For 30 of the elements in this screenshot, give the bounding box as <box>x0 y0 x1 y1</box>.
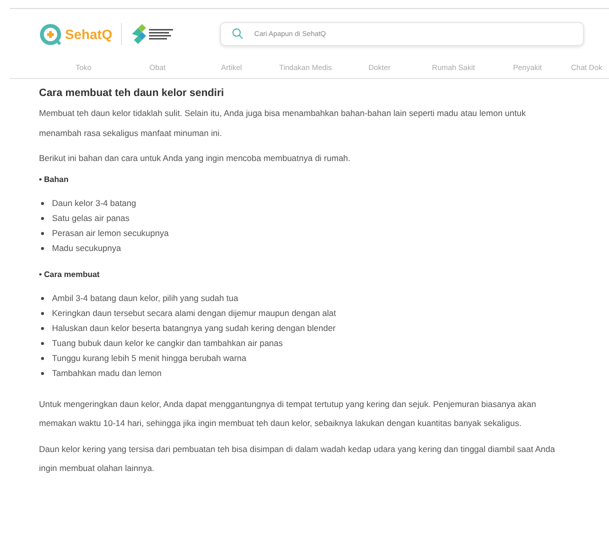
list-item: Tambahkan madu dan lemon <box>52 366 162 380</box>
article-title: Cara membuat teh daun kelor sendiri <box>39 87 225 99</box>
bullet-icon <box>41 372 44 374</box>
bullet-icon <box>41 202 44 204</box>
section-heading: • Cara membuat <box>39 270 101 278</box>
bullet-icon <box>41 216 44 220</box>
list-item: Ambil 3-4 batang daun kelor, pilih yang sudah tua <box>52 292 238 305</box>
bullet-icon <box>41 296 44 300</box>
logo-icon <box>39 22 62 46</box>
list-item: Tuang bubuk daun kelor ke cangkir dan tambahkan air panas <box>52 336 283 350</box>
list-item: Keringkan daun tersebut secara alami dengan dijemur maupun dengan alat <box>52 306 336 320</box>
bullet-icon <box>41 246 44 250</box>
list-item: Tunggu kurang lebih 5 menit hingga berubah warna <box>52 352 246 365</box>
list-item: Perasan air lemon secukupnya <box>52 226 169 240</box>
paragraph: Untuk mengeringkan daun kelor, Anda dapat menggantungnya di tempat tertutup yang kering dan sejuk. Penjemuran biasanya akan memakan waktu 10-14 hari, sehingga jika ingin membuat teh daun kelor, sebaiknya lakukan dengan kuantitas banyak sekaligus. <box>39 398 538 430</box>
section-heading: • Bahan <box>39 174 70 184</box>
paragraph: Daun kelor kering yang tersisa dari pembuatan teh bisa disimpan di dalam wadah kedap udara yang kering dan tinggal diambil saat Anda ingin membuat olahan lainnya. <box>39 442 556 475</box>
bullet-icon <box>41 342 44 344</box>
bullet-icon <box>41 326 44 330</box>
search-icon <box>232 28 244 39</box>
paragraph: Berikut ini bahan dan cara untuk Anda yang ingin mencoba membuatnya di rumah. <box>39 152 352 165</box>
list-item: Daun kelor 3-4 batang <box>52 196 136 210</box>
bullet-icon <box>41 312 44 314</box>
bullet-icon <box>41 356 44 360</box>
paragraph: Membuat teh daun kelor tidaklah sulit. Selain itu, Anda juga bisa menambahkan bahan-bahan lain seperti madu atau lemon untuk menambah rasa sekaligus manfaat minuman ini. <box>39 107 527 140</box>
list-item: Satu gelas air panas <box>52 212 130 225</box>
list-item: Madu secukupnya <box>52 242 121 255</box>
bullet-icon <box>41 232 44 234</box>
brand-name[interactable]: SehatQ <box>65 26 112 42</box>
list-item: Haluskan daun kelor beserta batangnya yang sudah kering dengan blender <box>52 322 336 335</box>
